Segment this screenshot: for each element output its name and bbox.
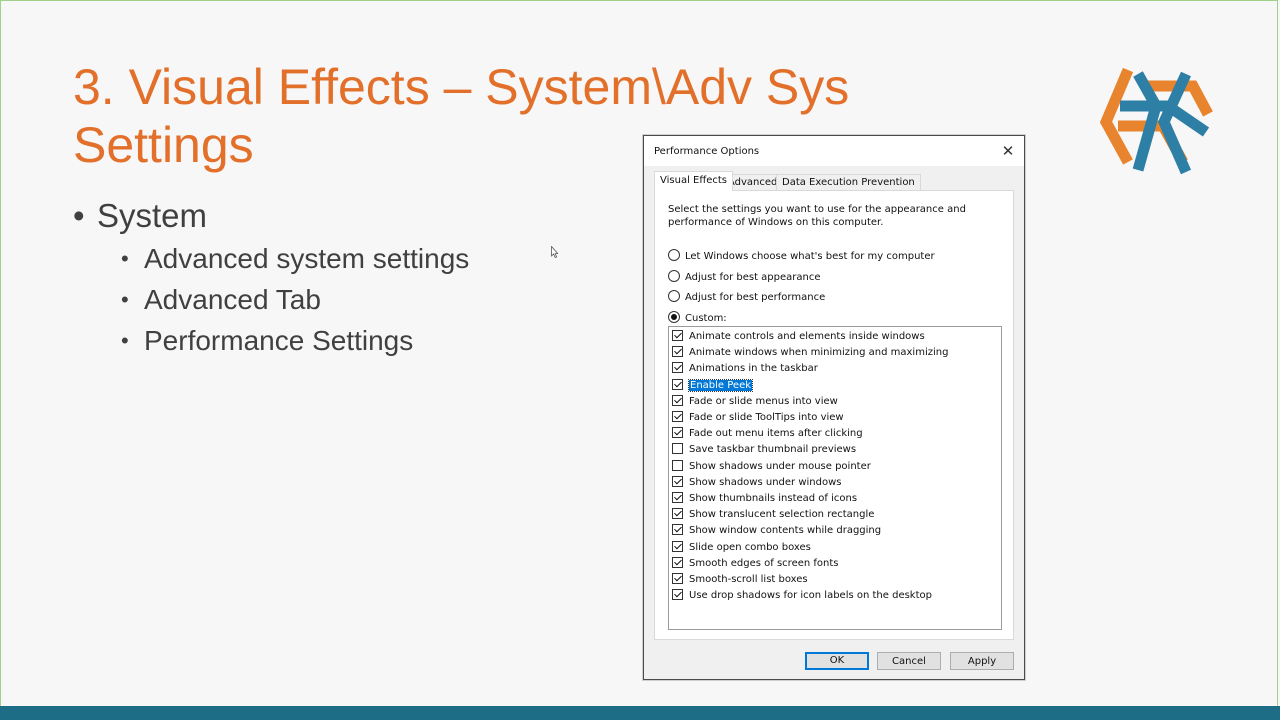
radio-option[interactable]: Adjust for best appearance xyxy=(668,269,821,284)
effect-list-item[interactable]: Fade out menu items after clicking xyxy=(672,426,863,442)
visual-effects-list[interactable]: Animate controls and elements inside win… xyxy=(668,326,1002,630)
radio-button[interactable] xyxy=(668,290,680,302)
sub-bullet-advanced-tab: Advanced Tab xyxy=(73,279,469,320)
sub-bullet-advanced-system-settings: Advanced system settings xyxy=(73,238,469,279)
effect-list-item[interactable]: Animate windows when minimizing and maxi… xyxy=(672,345,948,361)
tab-data-execution-prevention[interactable]: Data Execution Prevention xyxy=(776,174,921,191)
effect-checkbox[interactable] xyxy=(672,475,683,487)
radio-label: Adjust for best performance xyxy=(685,292,826,303)
effect-list-item[interactable]: Slide open combo boxes xyxy=(672,540,811,556)
radio-button[interactable] xyxy=(668,249,680,261)
effect-checkbox[interactable] xyxy=(672,346,683,358)
effect-label: Smooth edges of screen fonts xyxy=(689,557,839,569)
effect-list-item[interactable]: Fade or slide menus into view xyxy=(672,394,838,410)
effect-label: Save taskbar thumbnail previews xyxy=(689,444,857,456)
effect-list-item[interactable]: Enable Peek xyxy=(672,378,754,394)
effect-label: Animate windows when minimizing and maxi… xyxy=(689,347,949,359)
bullet-list: System Advanced system settings Advanced… xyxy=(73,194,469,361)
effect-list-item[interactable]: Show window contents while dragging xyxy=(672,523,881,539)
effect-list-item[interactable]: Show thumbnails instead of icons xyxy=(672,491,857,507)
effect-list-item[interactable]: Smooth edges of screen fonts xyxy=(672,556,839,572)
company-logo-icon xyxy=(1099,67,1213,175)
effect-label: Animations in the taskbar xyxy=(689,363,818,375)
bottom-accent-bar xyxy=(0,706,1280,720)
effect-list-item[interactable]: Fade or slide ToolTips into view xyxy=(672,410,844,426)
radio-label: Adjust for best appearance xyxy=(685,271,821,283)
effect-checkbox[interactable] xyxy=(672,508,683,520)
effect-checkbox[interactable] xyxy=(672,427,683,439)
effect-list-item[interactable]: Use drop shadows for icon labels on the … xyxy=(672,588,932,604)
visual-effects-panel: Select the settings you want to use for … xyxy=(654,190,1014,640)
effect-label: Show shadows under mouse pointer xyxy=(689,460,871,472)
ok-button[interactable]: OK xyxy=(805,652,869,670)
effect-checkbox[interactable] xyxy=(672,556,683,568)
effect-checkbox[interactable] xyxy=(672,378,683,390)
radio-button[interactable] xyxy=(668,310,680,323)
effect-list-item[interactable]: Smooth-scroll list boxes xyxy=(672,572,808,588)
effect-label: Show window contents while dragging xyxy=(689,525,882,537)
effect-label: Use drop shadows for icon labels on the … xyxy=(689,590,932,602)
dialog-titlebar[interactable]: Performance Options ✕ xyxy=(644,136,1024,166)
radio-button[interactable] xyxy=(668,269,680,282)
sub-bullet-list: Advanced system settings Advanced Tab Pe… xyxy=(73,238,469,361)
effect-checkbox[interactable] xyxy=(672,573,683,584)
effect-label: Smooth-scroll list boxes xyxy=(689,574,808,585)
effect-list-item[interactable]: Save taskbar thumbnail previews xyxy=(672,442,856,458)
radio-option[interactable]: Custom: xyxy=(668,310,727,325)
effect-list-item[interactable]: Show shadows under windows xyxy=(672,475,842,491)
effect-checkbox[interactable] xyxy=(672,459,683,471)
effect-list-item[interactable]: Show translucent selection rectangle xyxy=(672,507,874,523)
effect-checkbox[interactable] xyxy=(672,330,683,341)
effect-checkbox[interactable] xyxy=(672,540,683,552)
effect-checkbox[interactable] xyxy=(672,362,683,374)
radio-option[interactable]: Let Windows choose what's best for my co… xyxy=(668,249,935,263)
effect-label: Show thumbnails instead of icons xyxy=(689,493,858,504)
effect-checkbox[interactable] xyxy=(672,589,683,601)
effect-label: Fade out menu items after clicking xyxy=(689,428,863,440)
radio-option[interactable]: Adjust for best performance xyxy=(668,290,825,304)
apply-button[interactable]: Apply xyxy=(950,652,1014,670)
tab-visual-effects[interactable]: Visual Effects xyxy=(654,171,734,191)
effect-label: Show translucent selection rectangle xyxy=(689,509,875,521)
bullet-system: System xyxy=(73,194,469,238)
dialog-title: Performance Options xyxy=(654,146,760,157)
cancel-button[interactable]: Cancel xyxy=(877,652,941,670)
effect-label: Slide open combo boxes xyxy=(689,541,811,553)
radio-label: Let Windows choose what's best for my co… xyxy=(685,251,935,262)
effect-list-item[interactable]: Show shadows under mouse pointer xyxy=(672,459,871,475)
close-icon[interactable]: ✕ xyxy=(998,142,1018,160)
effect-label: Fade or slide ToolTips into view xyxy=(689,412,844,423)
effect-checkbox[interactable] xyxy=(672,492,683,503)
effect-list-item[interactable]: Animate controls and elements inside win… xyxy=(672,329,925,345)
effect-checkbox[interactable] xyxy=(672,411,683,422)
effect-label: Fade or slide menus into view xyxy=(689,395,838,407)
effect-list-item[interactable]: Animations in the taskbar xyxy=(672,361,818,377)
sub-bullet-performance-settings: Performance Settings xyxy=(73,320,469,361)
effect-checkbox[interactable] xyxy=(672,394,683,406)
mouse-pointer-icon xyxy=(551,246,558,258)
radio-label: Custom: xyxy=(685,312,727,324)
effect-label: Enable Peek xyxy=(687,378,754,392)
performance-options-dialog: Performance Options ✕ Visual Effects Adv… xyxy=(643,135,1025,680)
panel-description: Select the settings you want to use for … xyxy=(668,204,966,228)
effect-label: Show shadows under windows xyxy=(689,476,842,488)
effect-label: Animate controls and elements inside win… xyxy=(689,331,925,342)
effect-checkbox[interactable] xyxy=(672,443,683,455)
effect-checkbox[interactable] xyxy=(672,524,683,536)
